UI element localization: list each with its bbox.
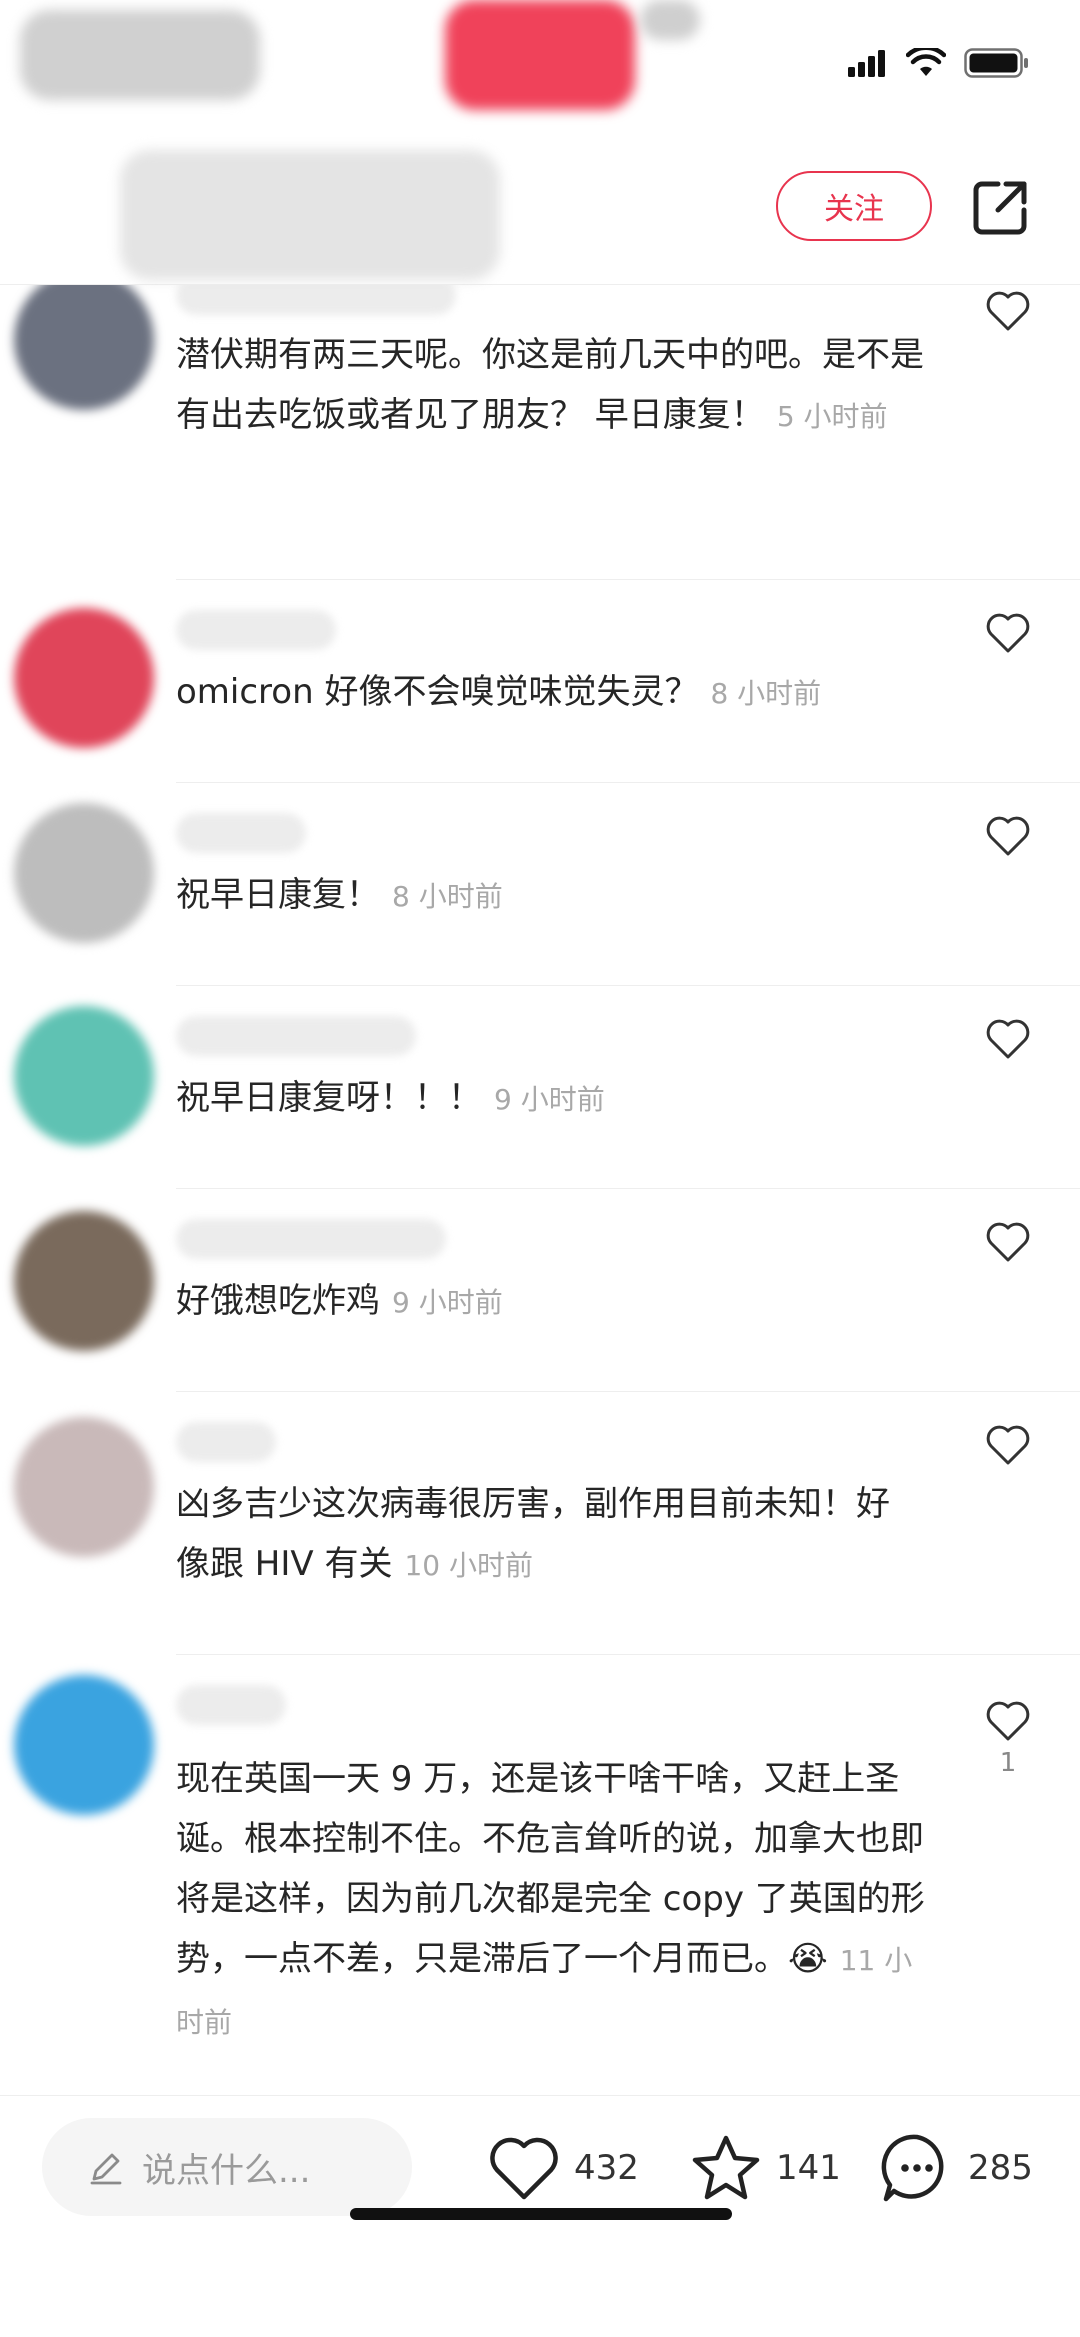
- username-blurred[interactable]: [176, 1685, 286, 1725]
- heart-icon: [986, 1425, 1030, 1465]
- comment-item: 凶多吉少这次病毒很厉害，副作用目前未知！好像跟 HIV 有关 10 小时前: [0, 1392, 1080, 1655]
- system-status-icons: [848, 48, 1030, 78]
- comment-body: 现在英国一天 9 万，还是该干啥干啥，又赶上圣诞。根本控制不住。不危言耸听的说，…: [176, 1759, 925, 1979]
- avatar[interactable]: [14, 285, 154, 410]
- blurred-region: [640, 0, 700, 40]
- like-count: 1: [999, 1748, 1017, 1778]
- wifi-icon: [906, 48, 946, 76]
- username-blurred[interactable]: [176, 1422, 276, 1462]
- post-header: 关注: [0, 140, 1080, 285]
- username-blurred[interactable]: [176, 285, 456, 315]
- avatar[interactable]: [14, 1211, 154, 1351]
- heart-icon: [986, 1222, 1030, 1262]
- avatar[interactable]: [14, 1417, 154, 1557]
- favorite-count: 141: [776, 2148, 841, 2188]
- comment-body: 好饿想吃炸鸡: [176, 1281, 380, 1321]
- home-indicator[interactable]: [350, 2208, 732, 2220]
- username-blurred[interactable]: [176, 610, 336, 650]
- like-button[interactable]: [980, 1221, 1036, 1263]
- heart-icon: [986, 1701, 1030, 1741]
- comment-count: 285: [968, 2148, 1033, 2188]
- comment-text: 现在英国一天 9 万，还是该干啥干啥，又赶上圣诞。根本控制不住。不危言耸听的说，…: [176, 1749, 926, 2053]
- username-blurred[interactable]: [176, 813, 306, 853]
- like-button[interactable]: 1: [980, 1700, 1036, 1778]
- blurred-region: [445, 0, 635, 110]
- comment-text: omicron 好像不会嗅觉味觉失灵？ 8 小时前: [176, 662, 936, 724]
- heart-icon: [986, 1019, 1030, 1059]
- like-post-button[interactable]: 432: [488, 2128, 639, 2208]
- comment-time: 8 小时前: [710, 677, 822, 710]
- like-button[interactable]: [980, 815, 1036, 857]
- comment-text: 凶多吉少这次病毒很厉害，副作用目前未知！好像跟 HIV 有关 10 小时前: [176, 1474, 896, 1596]
- comment-input[interactable]: 说点什么...: [42, 2118, 412, 2216]
- avatar[interactable]: [14, 803, 154, 943]
- battery-icon: [964, 48, 1028, 78]
- comment-item: 祝早日康复呀！！！ 9 小时前: [0, 986, 1080, 1189]
- comment-text: 好饿想吃炸鸡 9 小时前: [176, 1271, 936, 1333]
- comment-item: 祝早日康复！ 8 小时前: [0, 783, 1080, 986]
- comment-time: 8 小时前: [392, 880, 503, 913]
- avatar[interactable]: [14, 1006, 154, 1146]
- comment-body: 祝早日康复呀！！！: [176, 1078, 482, 1118]
- pencil-icon: [90, 2153, 122, 2185]
- follow-button[interactable]: 关注: [776, 171, 932, 241]
- comment-body: omicron 好像不会嗅觉味觉失灵？: [176, 672, 699, 712]
- avatar[interactable]: [14, 608, 154, 748]
- like-button[interactable]: [980, 612, 1036, 654]
- blurred-region: [20, 10, 260, 100]
- heart-icon: [490, 2137, 558, 2200]
- like-button[interactable]: [980, 1424, 1036, 1466]
- comments-button[interactable]: 285: [880, 2128, 1033, 2208]
- comment-text: 祝早日康复呀！！！ 9 小时前: [176, 1068, 936, 1130]
- heart-icon: [986, 291, 1030, 331]
- username-blurred[interactable]: [176, 1016, 416, 1056]
- like-button[interactable]: [980, 1018, 1036, 1060]
- share-out-icon: [973, 181, 1027, 235]
- comment-item: omicron 好像不会嗅觉味觉失灵？ 8 小时前: [0, 580, 1080, 783]
- comment-time: 10 小时前: [404, 1549, 533, 1582]
- comment-text: 祝早日康复！ 8 小时前: [176, 865, 936, 927]
- like-count: 432: [574, 2148, 639, 2188]
- comment-body: 祝早日康复！: [176, 875, 380, 915]
- comment-time: 9 小时前: [392, 1286, 503, 1319]
- username-blurred[interactable]: [176, 1219, 446, 1259]
- comment-list: 潜伏期有两三天呢。你这是前几天中的吧。是不是有出去吃饭或者见了朋友？ 早日康复！…: [0, 285, 1080, 2095]
- comment-item: 潜伏期有两三天呢。你这是前几天中的吧。是不是有出去吃饭或者见了朋友？ 早日康复！…: [0, 285, 1080, 580]
- cellular-signal-icon: [848, 50, 885, 77]
- blurred-region: [120, 150, 500, 280]
- heart-icon: [986, 816, 1030, 856]
- comment-time: 5 小时前: [776, 400, 888, 433]
- comment-item: 现在英国一天 9 万，还是该干啥干啥，又赶上圣诞。根本控制不住。不危言耸听的说，…: [0, 1655, 1080, 2095]
- avatar[interactable]: [14, 1675, 154, 1815]
- like-button[interactable]: [980, 290, 1036, 332]
- star-icon: [692, 2135, 760, 2200]
- status-bar: [0, 0, 1080, 140]
- comment-body: 凶多吉少这次病毒很厉害，副作用目前未知！好像跟 HIV 有关: [176, 1484, 890, 1584]
- favorite-button[interactable]: 141: [690, 2128, 841, 2208]
- comment-item: 好饿想吃炸鸡 9 小时前: [0, 1189, 1080, 1392]
- comment-input-placeholder: 说点什么...: [142, 2150, 311, 2191]
- comment-text: 潜伏期有两三天呢。你这是前几天中的吧。是不是有出去吃饭或者见了朋友？ 早日康复！…: [176, 325, 936, 447]
- heart-icon: [986, 613, 1030, 653]
- share-button[interactable]: [968, 176, 1032, 240]
- comment-time: 9 小时前: [494, 1083, 605, 1116]
- chat-bubble-icon: [881, 2134, 944, 2202]
